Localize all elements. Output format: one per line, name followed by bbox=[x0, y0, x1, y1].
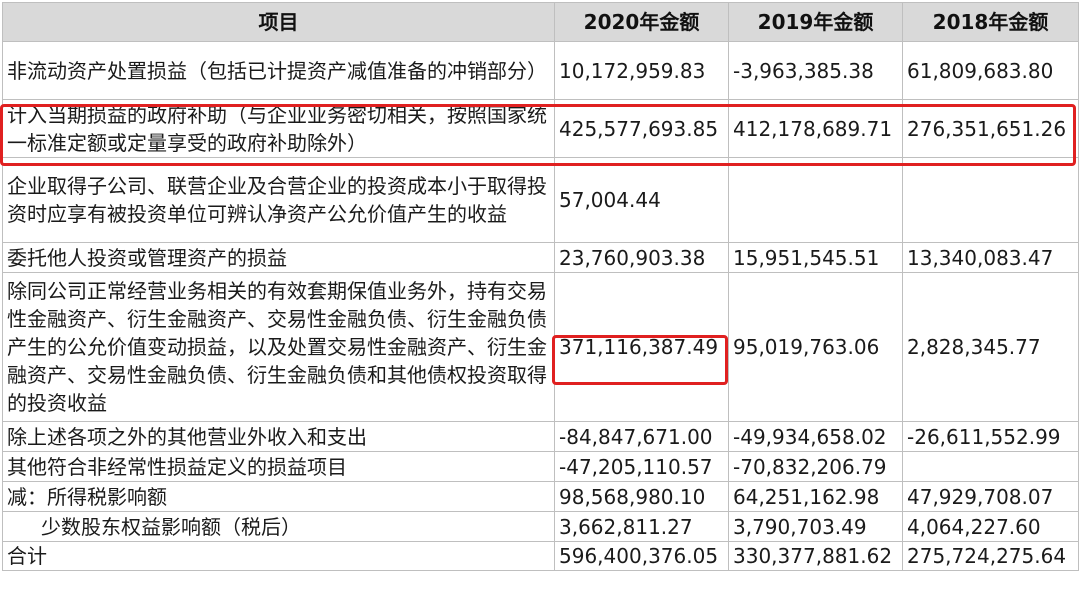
row-value-2020: -47,205,110.57 bbox=[554, 451, 729, 482]
row-value-2020: 425,577,693.85 bbox=[554, 99, 729, 158]
row-item-label: 除同公司正常经营业务相关的有效套期保值业务外，持有交易 性金融资产、衍生金融资产… bbox=[2, 272, 555, 422]
row-value-2020: 98,568,980.10 bbox=[554, 481, 729, 512]
total-row: 合计 596,400,376.05 330,377,881.62 275,724… bbox=[2, 541, 1079, 571]
row-value-2018: 276,351,651.26 bbox=[902, 99, 1079, 158]
row-value-2019: 330,377,881.62 bbox=[728, 541, 903, 571]
row-value-2019: 15,951,545.51 bbox=[728, 242, 903, 273]
row-value-2020: 23,760,903.38 bbox=[554, 242, 729, 273]
row-value-2020: 57,004.44 bbox=[554, 157, 729, 243]
header-row: 项目 2020年金额 2019年金额 2018年金额 bbox=[2, 2, 1079, 42]
row-value-2020: 371,116,387.49 bbox=[554, 272, 729, 422]
table-row: 除上述各项之外的其他营业外收入和支出 -84,847,671.00 -49,93… bbox=[2, 421, 1079, 452]
table-row: 除同公司正常经营业务相关的有效套期保值业务外，持有交易 性金融资产、衍生金融资产… bbox=[2, 272, 1079, 422]
row-value-2018: 4,064,227.60 bbox=[902, 511, 1079, 542]
row-item-label: 计入当期损益的政府补助（与企业业务密切相关，按照国家统 一标准定额或定量享受的政… bbox=[2, 99, 555, 158]
row-item-label: 委托他人投资或管理资产的损益 bbox=[2, 242, 555, 273]
row-item-label: 除上述各项之外的其他营业外收入和支出 bbox=[2, 421, 555, 452]
header-2018: 2018年金额 bbox=[902, 2, 1079, 42]
row-value-2019: 412,178,689.71 bbox=[728, 99, 903, 158]
row-value-2018: 2,828,345.77 bbox=[902, 272, 1079, 422]
row-value-2018: 275,724,275.64 bbox=[902, 541, 1079, 571]
row-value-2019: 95,019,763.06 bbox=[728, 272, 903, 422]
row-value-2019 bbox=[728, 157, 903, 243]
row-value-2018 bbox=[902, 157, 1079, 243]
row-item-label: 非流动资产处置损益（包括已计提资产减值准备的冲销部分） bbox=[2, 41, 555, 100]
row-item-label: 合计 bbox=[2, 541, 555, 571]
row-value-2020: 10,172,959.83 bbox=[554, 41, 729, 100]
table-row: 委托他人投资或管理资产的损益 23,760,903.38 15,951,545.… bbox=[2, 242, 1079, 273]
row-item-label: 少数股东权益影响额（税后） bbox=[2, 511, 555, 542]
row-value-2019: 64,251,162.98 bbox=[728, 481, 903, 512]
row-value-2018: 47,929,708.07 bbox=[902, 481, 1079, 512]
row-value-2018: 13,340,083.47 bbox=[902, 242, 1079, 273]
table-row: 少数股东权益影响额（税后） 3,662,811.27 3,790,703.49 … bbox=[2, 511, 1079, 542]
row-item-label: 减：所得税影响额 bbox=[2, 481, 555, 512]
row-item-label: 其他符合非经常性损益定义的损益项目 bbox=[2, 451, 555, 482]
row-value-2019: 3,790,703.49 bbox=[728, 511, 903, 542]
row-value-2019: -70,832,206.79 bbox=[728, 451, 903, 482]
header-item: 项目 bbox=[2, 2, 555, 42]
header-2020: 2020年金额 bbox=[554, 2, 729, 42]
row-value-2018: 61,809,683.80 bbox=[902, 41, 1079, 100]
row-value-2020: 596,400,376.05 bbox=[554, 541, 729, 571]
row-value-2020: 3,662,811.27 bbox=[554, 511, 729, 542]
row-value-2019: -3,963,385.38 bbox=[728, 41, 903, 100]
row-value-2020: -84,847,671.00 bbox=[554, 421, 729, 452]
row-value-2019: -49,934,658.02 bbox=[728, 421, 903, 452]
row-value-2018: -26,611,552.99 bbox=[902, 421, 1079, 452]
row-value-2018 bbox=[902, 451, 1079, 482]
non-recurring-items-table: 项目 2020年金额 2019年金额 2018年金额 非流动资产处置损益（包括已… bbox=[2, 2, 1079, 571]
header-2019: 2019年金额 bbox=[728, 2, 903, 42]
table-row: 企业取得子公司、联营企业及合营企业的投资成本小于取得投 资时应享有被投资单位可辨… bbox=[2, 157, 1079, 243]
table-row: 计入当期损益的政府补助（与企业业务密切相关，按照国家统 一标准定额或定量享受的政… bbox=[2, 99, 1079, 158]
table-row: 其他符合非经常性损益定义的损益项目 -47,205,110.57 -70,832… bbox=[2, 451, 1079, 482]
row-item-label: 企业取得子公司、联营企业及合营企业的投资成本小于取得投 资时应享有被投资单位可辨… bbox=[2, 157, 555, 243]
table-row: 非流动资产处置损益（包括已计提资产减值准备的冲销部分） 10,172,959.8… bbox=[2, 41, 1079, 100]
table-row: 减：所得税影响额 98,568,980.10 64,251,162.98 47,… bbox=[2, 481, 1079, 512]
